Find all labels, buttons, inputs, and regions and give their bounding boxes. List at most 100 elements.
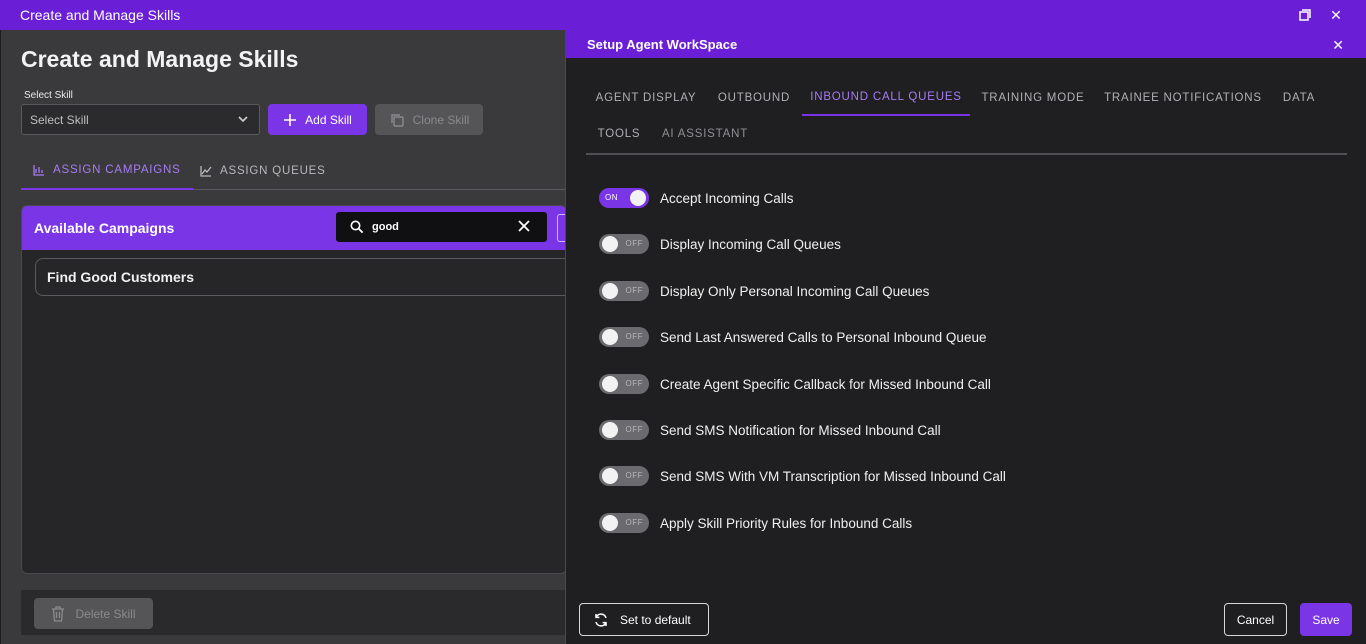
tab-data[interactable]: DATA xyxy=(1270,80,1328,116)
tab-label: ASSIGN CAMPAIGNS xyxy=(53,164,181,176)
line-chart-icon xyxy=(200,166,212,177)
campaign-name: Find Good Customers xyxy=(47,269,194,285)
search-value: good xyxy=(372,221,399,233)
close-icon[interactable]: ✕ xyxy=(1328,7,1344,23)
skill-tabs: ASSIGN CAMPAIGNS ASSIGN QUEUES xyxy=(21,152,567,190)
tab-label: TRAINING MODE xyxy=(981,92,1085,104)
bar-chart-icon xyxy=(33,165,44,176)
tab-label: AI ASSISTANT xyxy=(661,128,749,140)
toggle-row: OFF Display Incoming Call Queues xyxy=(599,234,841,254)
tab-label: ASSIGN QUEUES xyxy=(220,165,326,177)
toggle-label: Create Agent Specific Callback for Misse… xyxy=(660,376,991,392)
window-title: Create and Manage Skills xyxy=(20,7,181,23)
toggle-knob xyxy=(602,283,618,299)
search-icon xyxy=(350,220,364,234)
toggle-switch[interactable]: OFF xyxy=(599,234,649,254)
tab-trainee-notifications[interactable]: TRAINEE NOTIFICATIONS xyxy=(1096,80,1270,116)
campaigns-header-title: Available Campaigns xyxy=(34,220,175,236)
tab-label: OUTBOUND xyxy=(717,92,791,104)
toggle-knob xyxy=(602,422,618,438)
tab-label: TRAINEE NOTIFICATIONS xyxy=(1104,92,1262,104)
footer-bar: Delete Skill xyxy=(21,590,567,635)
tab-label: TOOLS xyxy=(597,128,641,140)
toggle-label: Display Only Personal Incoming Call Queu… xyxy=(660,283,930,299)
toggle-row: OFF Send SMS With VM Transcription for Mi… xyxy=(599,466,1006,486)
select-skill-label: Select Skill xyxy=(24,90,73,101)
panel-title: Setup Agent WorkSpace xyxy=(587,36,738,52)
toggle-switch[interactable]: OFF xyxy=(599,513,649,533)
tab-ai-assistant[interactable]: AI ASSISTANT xyxy=(652,116,758,152)
tab-training-mode[interactable]: TRAINING MODE xyxy=(970,80,1096,116)
toggle-state-text: OFF xyxy=(625,332,643,341)
toggle-label: Send SMS With VM Transcription for Misse… xyxy=(660,468,1006,484)
toggle-state-text: OFF xyxy=(625,239,643,248)
set-to-default-label: Set to default xyxy=(620,612,691,627)
tab-tools[interactable]: TOOLS xyxy=(586,116,652,152)
toggle-switch[interactable]: OFF xyxy=(599,420,649,440)
toggle-row: OFF Send Last Answered Calls to Personal … xyxy=(599,327,986,347)
toggle-switch[interactable]: OFF xyxy=(599,327,649,347)
toggle-row: OFF Send SMS Notification for Missed Inbo… xyxy=(599,420,941,440)
campaign-search-input[interactable]: good xyxy=(336,212,547,242)
refresh-icon xyxy=(595,612,607,627)
campaigns-header: Available Campaigns good xyxy=(22,206,566,250)
toggle-label: Display Incoming Call Queues xyxy=(660,236,841,252)
toggle-label: Accept Incoming Calls xyxy=(660,190,794,206)
toggle-state-text: ON xyxy=(605,193,618,202)
list-item[interactable]: Find Good Customers xyxy=(35,258,566,296)
tab-assign-campaigns[interactable]: ASSIGN CAMPAIGNS xyxy=(21,152,193,190)
delete-skill-label: Delete Skill xyxy=(75,606,136,621)
add-skill-label: Add Skill xyxy=(305,112,352,127)
clone-skill-button[interactable]: Clone Skill xyxy=(375,104,483,135)
save-button[interactable]: Save xyxy=(1300,603,1352,636)
tab-label: INBOUND CALL QUEUES xyxy=(810,91,962,103)
set-to-default-button[interactable]: Set to default xyxy=(579,603,709,636)
toggle-state-text: OFF xyxy=(625,518,643,527)
toggle-switch[interactable]: OFF xyxy=(599,374,649,394)
toggle-knob xyxy=(630,190,646,206)
toggle-switch[interactable]: OFF xyxy=(599,281,649,301)
toggle-label: Send SMS Notification for Missed Inbound… xyxy=(660,422,941,438)
copy-icon xyxy=(390,113,404,127)
tab-inbound-call-queues[interactable]: INBOUND CALL QUEUES xyxy=(802,80,970,116)
panel-header: Setup Agent WorkSpace ✕ xyxy=(566,30,1366,58)
window-titlebar: Create and Manage Skills ✕ xyxy=(0,0,1366,30)
skills-main: Create and Manage Skills Select Skill Se… xyxy=(1,30,567,644)
close-icon[interactable]: ✕ xyxy=(1332,37,1344,54)
tab-outbound[interactable]: OUTBOUND xyxy=(706,80,802,116)
toggle-knob xyxy=(602,515,618,531)
toggle-knob xyxy=(602,468,618,484)
toggle-state-text: OFF xyxy=(625,379,643,388)
toggle-label: Apply Skill Priority Rules for Inbound C… xyxy=(660,515,913,531)
toggle-state-text: OFF xyxy=(625,471,643,480)
workspace-tabs: AGENT DISPLAY OUTBOUND INBOUND CALL QUEU… xyxy=(586,80,1347,155)
clone-skill-label: Clone Skill xyxy=(412,112,470,127)
tab-agent-display[interactable]: AGENT DISPLAY xyxy=(586,80,706,116)
cancel-button[interactable]: Cancel xyxy=(1224,603,1287,636)
toggle-switch[interactable]: OFF xyxy=(599,466,649,486)
restore-icon[interactable] xyxy=(1297,7,1313,23)
plus-icon xyxy=(284,113,297,126)
toggle-row: OFF Apply Skill Priority Rules for Inboun… xyxy=(599,513,912,533)
tab-label: DATA xyxy=(1282,92,1316,104)
page-title: Create and Manage Skills xyxy=(21,46,299,72)
toggle-knob xyxy=(602,329,618,345)
trash-icon xyxy=(52,605,65,622)
tab-assign-queues[interactable]: ASSIGN QUEUES xyxy=(200,152,326,190)
toggle-state-text: OFF xyxy=(625,425,643,434)
add-skill-button[interactable]: Add Skill xyxy=(268,104,367,135)
setup-agent-workspace-panel: Setup Agent WorkSpace ✕ AGENT DISPLAY OU… xyxy=(565,30,1366,644)
toggle-row: OFF Display Only Personal Incoming Call Q… xyxy=(599,281,929,301)
available-campaigns-card: Available Campaigns good Find Good Custo… xyxy=(21,205,567,574)
tab-label: AGENT DISPLAY xyxy=(595,92,697,104)
toggle-knob xyxy=(602,236,618,252)
toggle-knob xyxy=(602,376,618,392)
toggle-row: OFF Create Agent Specific Callback for Mi… xyxy=(599,374,991,394)
select-skill-dropdown[interactable]: Select Skill xyxy=(21,104,260,135)
chevron-down-icon xyxy=(238,116,248,123)
clear-search-icon[interactable] xyxy=(517,219,531,233)
toggle-switch[interactable]: ON xyxy=(599,188,649,208)
delete-skill-button[interactable]: Delete Skill xyxy=(34,598,153,629)
toggle-state-text: OFF xyxy=(625,286,643,295)
toggle-label: Send Last Answered Calls to Personal Inb… xyxy=(660,329,987,345)
